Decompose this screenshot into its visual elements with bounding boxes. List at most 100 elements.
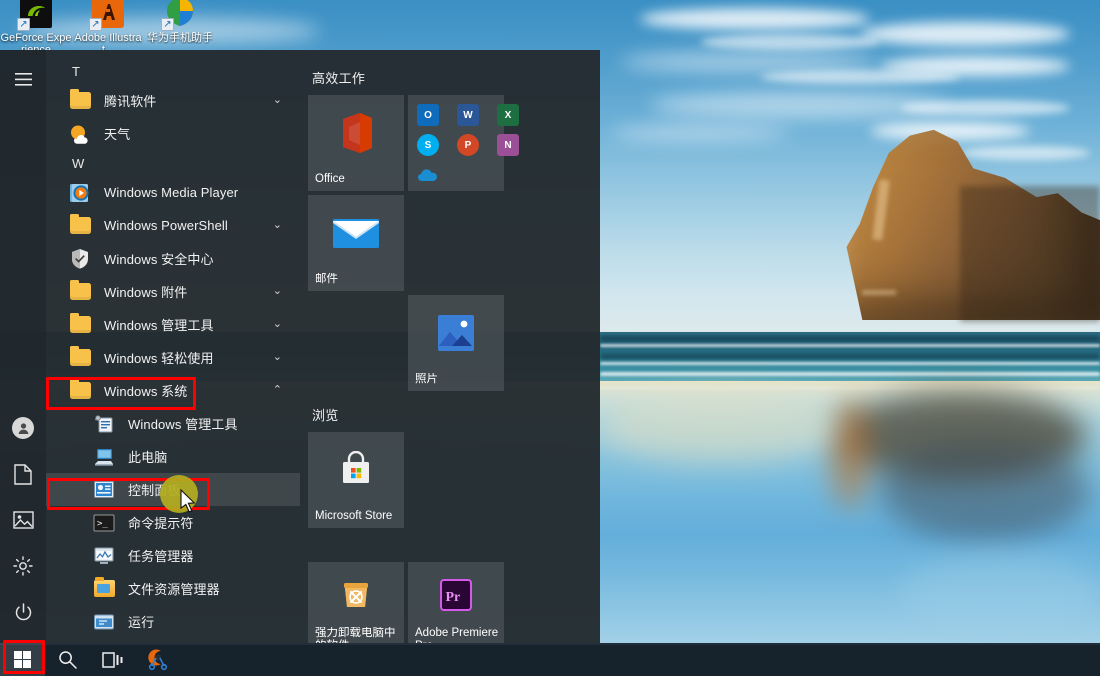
this-pc-icon — [92, 445, 116, 469]
tile-group-title[interactable]: 高效工作 — [312, 68, 600, 87]
powerpoint-icon: P — [457, 134, 479, 156]
chevron-down-icon: ⌄ — [272, 94, 282, 106]
folder-icon — [68, 214, 92, 238]
rail-item-settings[interactable] — [0, 543, 46, 589]
rail-item-pictures[interactable] — [0, 497, 46, 543]
app-list-subitem-run[interactable]: 运行 — [46, 605, 300, 638]
chevron-down-icon: ⌄ — [272, 285, 282, 297]
app-list-item-tencent-software[interactable]: 腾讯软件 ⌄ — [46, 84, 300, 117]
tile-mail[interactable]: 邮件 — [308, 195, 404, 291]
tile-label: Microsoft Store — [315, 510, 393, 522]
power-icon — [15, 602, 31, 620]
tile-group-browse: 浏览 Microsoft Store 强力卸载电脑中 Pr Adobe Prem… — [308, 405, 600, 643]
app-list-item-label: 文件资源管理器 — [128, 582, 220, 597]
task-view-icon — [101, 651, 122, 668]
admin-tools-icon — [92, 412, 116, 436]
shortcut-arrow-icon: ↗ — [161, 18, 174, 31]
start-button[interactable] — [0, 643, 45, 676]
rail-item-user-account[interactable] — [0, 405, 46, 451]
folder-open-icon — [68, 379, 92, 403]
search-icon — [59, 651, 77, 669]
pinned-app-button[interactable] — [135, 643, 180, 676]
geforce-icon: ↗ — [17, 0, 54, 31]
svg-text:>_: >_ — [97, 519, 108, 529]
app-list[interactable]: T 腾讯软件 ⌄ 天气 W Windows Media Player Windo… — [46, 50, 300, 643]
tile-premiere-pro[interactable]: Pr Adobe Premiere Pro... — [408, 562, 504, 643]
app-list-item-label: 腾讯软件 — [104, 94, 157, 109]
desktop-icon-list: ↗ GeForce Experience ↗ Adobe Illustrat..… — [0, 0, 216, 56]
rail-item-power[interactable] — [0, 589, 46, 635]
app-list-item-windows-ease-of-access[interactable]: Windows 轻松使用 ⌄ — [46, 341, 300, 374]
tile-microsoft-store[interactable]: Microsoft Store — [308, 432, 404, 528]
desktop-icon-illustrator[interactable]: ↗ Adobe Illustrat... — [72, 0, 144, 56]
desktop-icon-geforce[interactable]: ↗ GeForce Experience — [0, 0, 72, 56]
tile-group-productivity: 高效工作 Office O W X S P N 邮件 照片 — [308, 68, 600, 391]
tile-uninstaller[interactable]: 强力卸载电脑中的软件 — [308, 562, 404, 643]
app-list-item-label: Windows PowerShell — [104, 218, 228, 233]
tile-office[interactable]: Office — [308, 95, 404, 191]
app-list-subitem-control-panel[interactable]: 控制面板 — [46, 473, 300, 506]
alpha-header-w[interactable]: W — [46, 150, 300, 176]
utility-app-icon — [147, 649, 167, 670]
rail-item-documents[interactable] — [0, 451, 46, 497]
app-list-item-label: Windows 安全中心 — [104, 252, 214, 267]
alpha-header-t[interactable]: T — [46, 58, 300, 84]
app-list-item-windows-security[interactable]: Windows 安全中心 — [46, 242, 300, 275]
folder-icon — [68, 313, 92, 337]
adobe-illustrator-icon: ↗ — [89, 0, 126, 31]
picture-icon — [12, 511, 34, 529]
chevron-down-icon: ⌄ — [272, 318, 282, 330]
media-player-icon — [68, 181, 92, 205]
app-list-subitem-this-pc[interactable]: 此电脑 — [46, 440, 300, 473]
app-list-subitem-task-manager[interactable]: 任务管理器 — [46, 539, 300, 572]
folder-icon — [68, 89, 92, 113]
folder-icon — [68, 280, 92, 304]
app-list-item-weather[interactable]: 天气 — [46, 117, 300, 150]
person-icon — [12, 417, 34, 439]
app-list-item-windows-media-player[interactable]: Windows Media Player — [46, 176, 300, 209]
tile-office-365-live[interactable]: O W X S P N — [408, 95, 519, 191]
app-list-item-label: 命令提示符 — [128, 516, 194, 531]
word-icon: W — [457, 104, 479, 126]
app-list-item-label: Windows 轻松使用 — [104, 351, 214, 366]
app-list-item-windows-accessories[interactable]: Windows 附件 ⌄ — [46, 275, 300, 308]
app-list-item-windows-powershell[interactable]: Windows PowerShell ⌄ — [46, 209, 300, 242]
windows-logo-icon — [14, 651, 32, 669]
tile-label: 照片 — [415, 373, 438, 385]
app-list-item-windows-administrative-tools[interactable]: Windows 管理工具 ⌄ — [46, 308, 300, 341]
start-menu-rail — [0, 50, 46, 643]
tile-label: 邮件 — [315, 273, 338, 285]
tile-group-title[interactable]: 浏览 — [312, 405, 600, 424]
task-view-button[interactable] — [90, 643, 135, 676]
app-list-item-label: Windows 管理工具 — [104, 318, 214, 333]
gear-icon — [13, 556, 33, 576]
skype-icon: S — [417, 134, 439, 156]
hamburger-menu-icon[interactable] — [0, 56, 46, 102]
app-list-item-label: Windows 系统 — [104, 384, 188, 399]
excel-icon: X — [497, 104, 519, 126]
office-365-live-tile: O W X S P N — [417, 104, 521, 186]
search-button[interactable] — [45, 643, 90, 676]
app-list-subitem-file-explorer[interactable]: 文件资源管理器 — [46, 572, 300, 605]
app-list-item-label: 控制面板 — [128, 483, 181, 498]
app-list-item-windows-system[interactable]: Windows 系统 ⌃ — [46, 374, 300, 407]
command-prompt-icon: >_ — [92, 511, 116, 535]
svg-text:Pr: Pr — [446, 590, 461, 605]
app-list-item-label: 运行 — [128, 615, 155, 630]
tile-label: Adobe Premiere Pro... — [415, 627, 499, 643]
run-icon — [92, 610, 116, 634]
control-panel-icon — [92, 478, 116, 502]
tile-photos[interactable]: 照片 — [408, 295, 504, 391]
onedrive-icon — [417, 164, 439, 186]
app-list-item-label: Windows Media Player — [104, 185, 239, 200]
app-list-subitem-administrative-tools[interactable]: Windows 管理工具 — [46, 407, 300, 440]
app-list-subitem-command-prompt[interactable]: >_ 命令提示符 — [46, 506, 300, 539]
chevron-down-icon: ⌄ — [272, 351, 282, 363]
shortcut-arrow-icon: ↗ — [89, 18, 102, 31]
start-menu[interactable]: T 腾讯软件 ⌄ 天气 W Windows Media Player Windo… — [0, 50, 600, 643]
app-list-item-label: 天气 — [104, 127, 131, 142]
desktop-icon-huawei-assistant[interactable]: ↗ 华为手机助手 — [144, 0, 216, 56]
app-list-item-label: 任务管理器 — [128, 549, 194, 564]
taskbar — [0, 643, 1100, 676]
desktop-icon-label: 华为手机助手 — [147, 32, 213, 44]
